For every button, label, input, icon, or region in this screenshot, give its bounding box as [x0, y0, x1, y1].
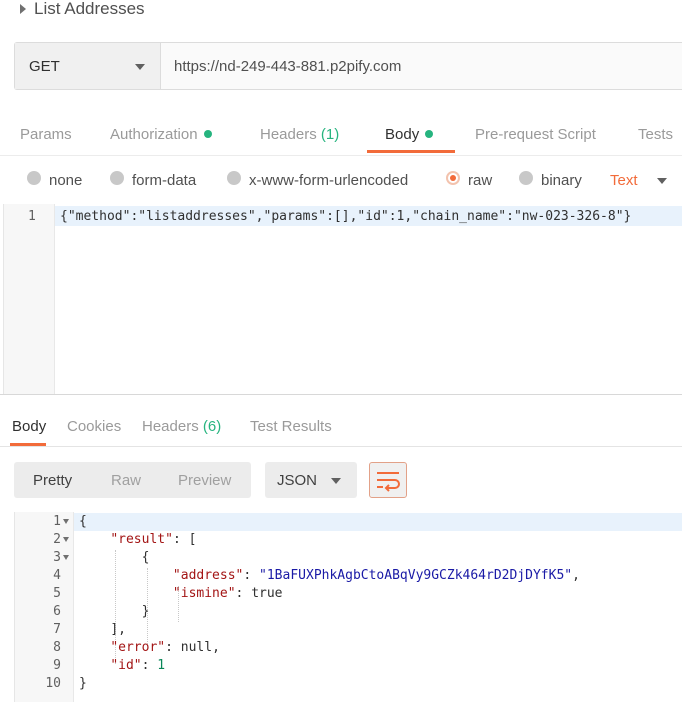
- tab-body[interactable]: Body: [385, 126, 434, 143]
- code-line: 2 "result": [: [53, 532, 197, 547]
- request-body-editor[interactable]: 1 {"method":"listaddresses","params":[],…: [3, 204, 682, 394]
- radio-binary[interactable]: [519, 171, 533, 185]
- tab-pre-request-script[interactable]: Pre-request Script: [475, 126, 596, 143]
- method-select[interactable]: GET: [15, 43, 161, 89]
- code-line: 8 "error": null,: [53, 640, 220, 655]
- option-form-data-label[interactable]: form-data: [132, 172, 196, 189]
- response-body-viewer[interactable]: 1 { 2 "result": [ 3 { 4 "address": "1BaF…: [14, 512, 682, 702]
- tab-authorization[interactable]: Authorization: [110, 126, 212, 143]
- method-label: GET: [29, 58, 60, 75]
- tab-headers[interactable]: Headers (1): [260, 126, 339, 143]
- response-headers-count: (6): [202, 418, 222, 435]
- status-dot-icon: [203, 130, 212, 139]
- chevron-down-icon[interactable]: [657, 178, 667, 184]
- response-tab-body[interactable]: Body: [12, 418, 46, 435]
- tab-tests[interactable]: Tests: [638, 126, 673, 143]
- view-raw-button[interactable]: Raw: [111, 472, 141, 489]
- active-tab-indicator: [367, 150, 455, 153]
- code-line: 9 "id": 1: [53, 658, 166, 673]
- option-binary-label[interactable]: binary: [541, 172, 582, 189]
- code-line: 7 ],: [53, 622, 126, 637]
- url-input[interactable]: https://nd-249-443-881.p2pify.com: [174, 58, 401, 75]
- view-mode-group: Pretty Raw Preview: [14, 462, 251, 498]
- radio-none[interactable]: [27, 171, 41, 185]
- divider: [0, 394, 682, 395]
- option-raw-label[interactable]: raw: [468, 172, 492, 189]
- fold-toggle-icon[interactable]: [63, 555, 69, 560]
- divider: [0, 155, 682, 156]
- line-number: 1: [28, 209, 36, 224]
- chevron-down-icon: [135, 64, 145, 70]
- headers-count: (1): [320, 126, 340, 143]
- request-body-text[interactable]: {"method":"listaddresses","params":[],"i…: [60, 209, 631, 224]
- caret-right-icon[interactable]: [20, 4, 26, 14]
- wrap-lines-button[interactable]: [369, 462, 407, 498]
- response-tab-headers[interactable]: Headers (6): [142, 418, 221, 435]
- request-title-row[interactable]: List Addresses: [0, 0, 682, 22]
- radio-raw[interactable]: [446, 171, 460, 185]
- code-line: 6 }: [53, 604, 150, 619]
- body-type-select[interactable]: Text: [610, 172, 638, 189]
- request-tabs: Params Authorization Headers (1) Body Pr…: [0, 118, 682, 156]
- radio-urlencoded[interactable]: [227, 171, 241, 185]
- response-tab-test-results[interactable]: Test Results: [250, 418, 332, 435]
- wrap-lines-icon: [377, 472, 400, 492]
- code-line: 3 {: [53, 550, 150, 565]
- fold-toggle-icon[interactable]: [63, 519, 69, 524]
- code-line: 1 {: [53, 514, 87, 529]
- option-none-label[interactable]: none: [49, 172, 82, 189]
- url-bar: GET https://nd-249-443-881.p2pify.com: [14, 42, 682, 90]
- view-pretty-button[interactable]: Pretty: [33, 472, 72, 489]
- option-urlencoded-label[interactable]: x-www-form-urlencoded: [249, 172, 408, 189]
- code-line: 4 "address": "1BaFUXPhkAgbCtoABqVy9GCZk4…: [53, 568, 580, 583]
- tab-params[interactable]: Params: [20, 126, 72, 143]
- line-gutter: [4, 204, 55, 394]
- format-select[interactable]: JSON: [265, 462, 357, 498]
- code-line: 5 "ismine": true: [53, 586, 283, 601]
- status-dot-icon: [425, 130, 434, 139]
- response-tab-cookies[interactable]: Cookies: [67, 418, 121, 435]
- radio-form-data[interactable]: [110, 171, 124, 185]
- view-preview-button[interactable]: Preview: [178, 472, 231, 489]
- request-title: List Addresses: [34, 0, 145, 18]
- fold-toggle-icon[interactable]: [63, 537, 69, 542]
- chevron-down-icon: [331, 478, 341, 484]
- code-line: 10 }: [45, 676, 87, 691]
- divider: [0, 446, 682, 447]
- format-label: JSON: [277, 472, 318, 489]
